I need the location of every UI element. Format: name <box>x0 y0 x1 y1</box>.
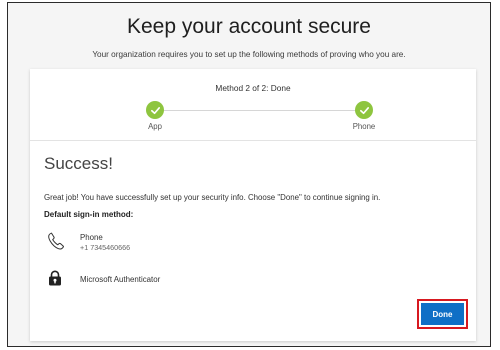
setup-card: Method 2 of 2: Done App Phone Success! G… <box>30 69 476 341</box>
security-info-window: Keep your account secure Your organizati… <box>7 2 491 347</box>
step-phone-label: Phone <box>352 122 376 131</box>
default-method-label: Default sign-in method: <box>44 210 134 219</box>
method-phone: Phone +1 7345460666 <box>80 233 130 252</box>
method-phone-name: Phone <box>80 233 103 242</box>
step-phone-checkmark-icon <box>355 101 373 119</box>
step-app-checkmark-icon <box>146 101 164 119</box>
done-button-highlight: Done <box>417 299 468 329</box>
page-subtitle: Your organization requires you to set up… <box>92 50 406 59</box>
divider <box>30 140 476 141</box>
page-title: Keep your account secure <box>127 15 371 38</box>
progress-stepper: Method 2 of 2: Done App Phone <box>30 69 476 131</box>
done-button[interactable]: Done <box>421 303 464 325</box>
step-title: Method 2 of 2: Done <box>215 83 291 93</box>
method-authenticator: Microsoft Authenticator <box>80 275 160 284</box>
progress-line <box>155 110 364 111</box>
step-app-label: App <box>148 122 162 131</box>
phone-icon <box>46 231 66 256</box>
authenticator-lock-icon <box>48 270 62 291</box>
method-phone-number: +1 7345460666 <box>80 243 131 252</box>
success-heading: Success! <box>44 154 113 173</box>
method-authenticator-name: Microsoft Authenticator <box>80 275 161 284</box>
success-message: Great job! You have successfully set up … <box>44 193 381 202</box>
